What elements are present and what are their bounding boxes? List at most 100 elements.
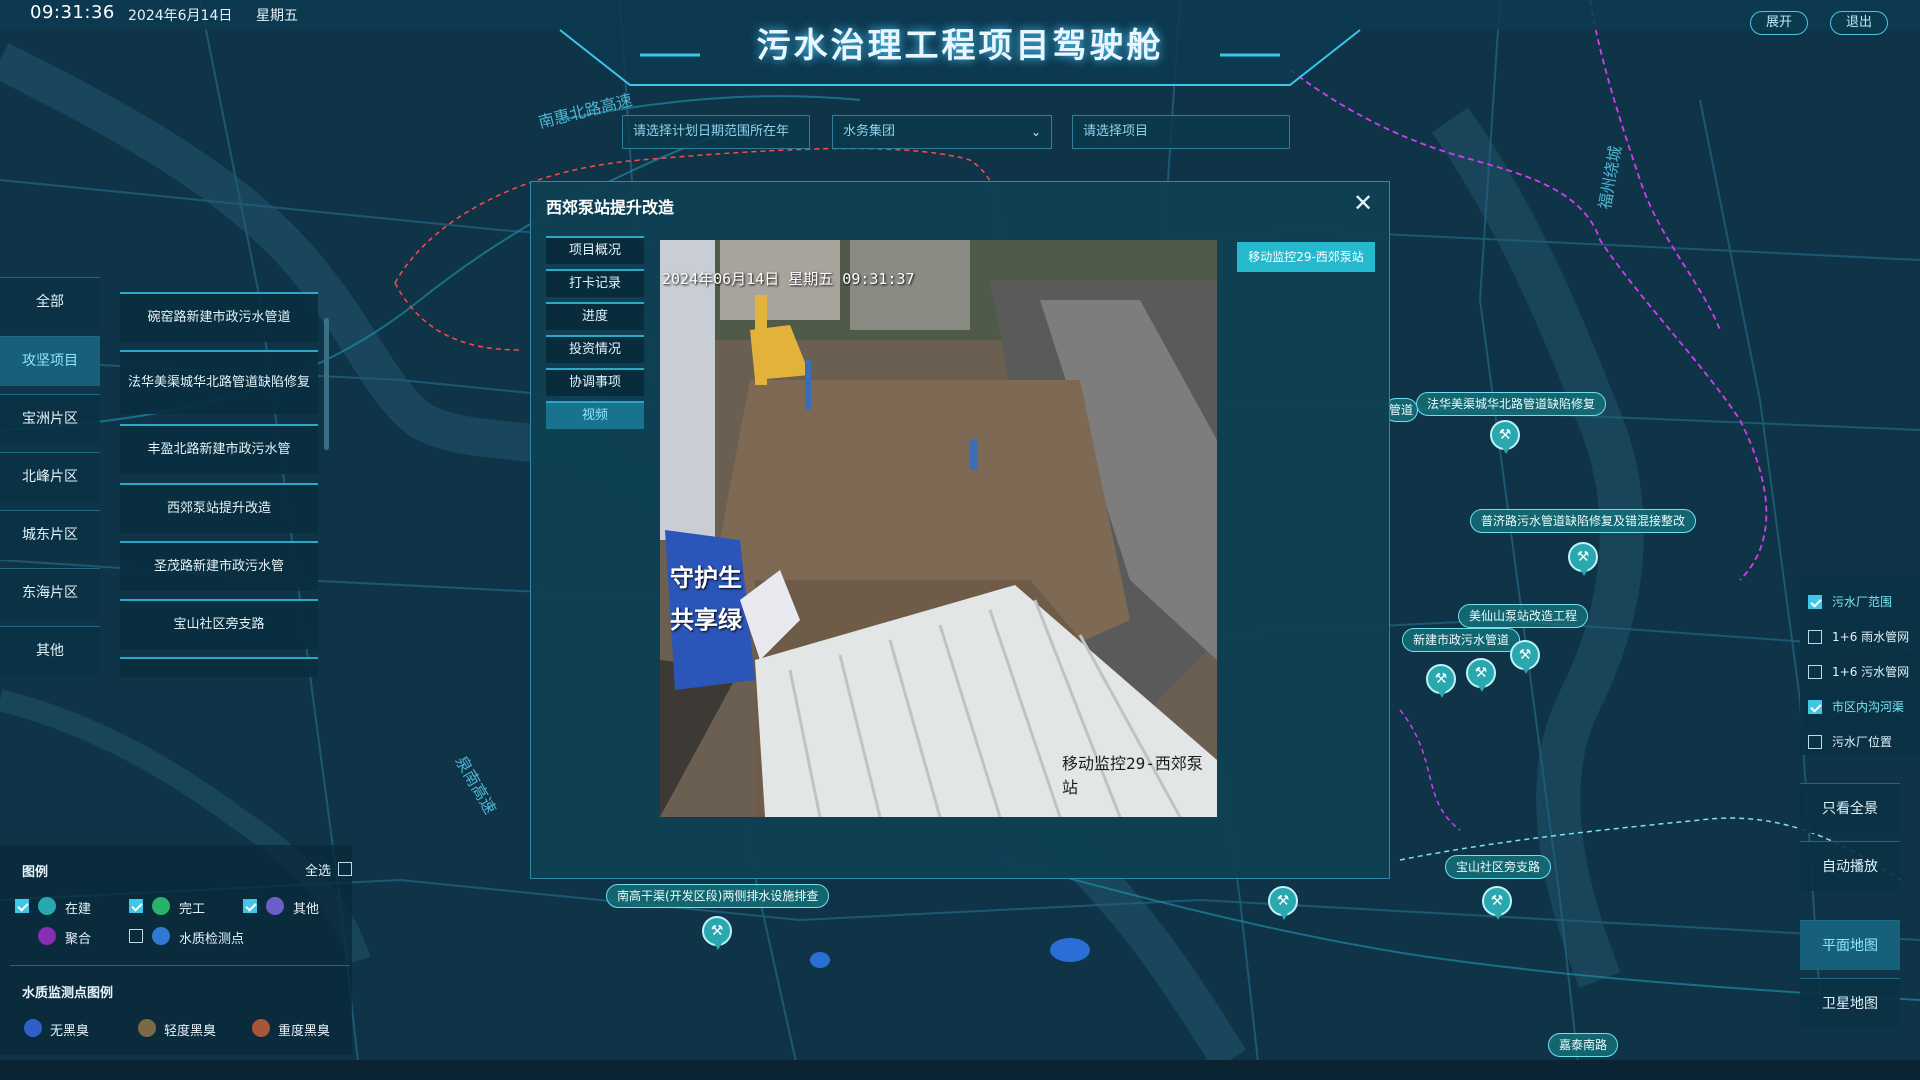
category-chengdong[interactable]: 城东片区 [0,510,100,560]
exit-button[interactable]: 退出 [1830,11,1888,35]
map-label[interactable]: 美仙山泵站改造工程 [1458,604,1589,628]
legend-label: 聚合 [65,932,92,947]
group-select-value: 水务集团 [843,124,896,139]
project-item[interactable]: 法华美渠城华北路管道缺陷修复 [120,350,318,414]
tab-progress[interactable]: 进度 [546,302,644,330]
legend-label: 其他 [293,902,320,917]
video-caption: 移动监控29-西郊泵站 [1062,754,1203,797]
video-frame [660,240,1217,817]
water-legend-title: 水质监测点图例 [22,986,114,1001]
water-label: 无黑臭 [50,1024,90,1039]
autoplay-button[interactable]: 自动播放 [1800,841,1900,891]
map-label[interactable]: 法华美渠城华北路管道缺陷修复 [1416,392,1607,416]
category-all[interactable]: 全部 [0,277,100,327]
legend-label: 完工 [179,902,206,917]
water-dot-heavy [252,1019,270,1037]
layer-item[interactable]: 污水厂位置 [1800,725,1920,759]
map-label[interactable]: 新建市政污水管道 [1402,628,1521,652]
water-drop-icon [152,927,170,945]
flat-map-button[interactable]: 平面地图 [1800,920,1900,970]
layer-checkbox[interactable] [1808,630,1822,644]
project-item[interactable]: 圣茂路新建市政污水管 [120,541,318,591]
construction-icon [38,897,56,915]
construction-pin-icon[interactable]: ⚒ [1482,886,1512,920]
layer-checkbox[interactable] [1808,700,1822,714]
category-other[interactable]: 其他 [0,626,100,676]
legend-title: 图例 [22,865,49,880]
video-sign-text: 共享绿 [670,607,742,634]
layer-item[interactable]: 污水厂范围 [1800,585,1920,619]
layer-checkbox[interactable] [1808,665,1822,679]
category-donghai[interactable]: 东海片区 [0,568,100,618]
tab-overview[interactable]: 项目概况 [546,236,644,264]
date-range-select[interactable]: 请选择计划日期范围所在年 [622,115,810,149]
select-all-checkbox[interactable] [338,862,352,876]
water-dot-light [138,1019,156,1037]
category-beifeng[interactable]: 北峰片区 [0,452,100,502]
project-detail-modal: 西郊泵站提升改造 ✕ 项目概况 打卡记录 进度 投资情况 协调事项 视频 202… [530,181,1390,879]
panorama-only-button[interactable]: 只看全景 [1800,783,1900,833]
construction-pin-icon[interactable]: ⚒ [1466,658,1496,692]
current-weekday: 星期五 [256,8,298,24]
current-date: 2024年6月14日 [128,8,233,24]
layer-label: 市区内沟河渠 [1832,700,1905,714]
check-circle-icon [152,897,170,915]
map-label[interactable]: 嘉泰南路 [1548,1033,1619,1057]
layer-label: 1+6 雨水管网 [1832,630,1910,644]
construction-pin-icon[interactable]: ⚒ [1568,542,1598,576]
water-label: 轻度黑臭 [164,1024,217,1039]
layer-checkbox[interactable] [1808,735,1822,749]
legend-label: 在建 [65,902,92,917]
expand-button[interactable]: 展开 [1750,11,1808,35]
satellite-map-button[interactable]: 卫星地图 [1800,978,1900,1028]
layer-item[interactable]: 1+6 污水管网 [1800,655,1920,689]
camera-select-button[interactable]: 移动监控29-西郊泵站 [1237,242,1375,272]
map-label[interactable]: 南高干渠(开发区段)两侧排水设施排查 [606,884,830,908]
modal-title: 西郊泵站提升改造 [546,198,675,217]
group-select[interactable]: 水务集团 ⌄ [832,115,1052,149]
construction-pin-icon[interactable]: ⚒ [702,916,732,950]
category-baozhou[interactable]: 宝洲片区 [0,394,100,444]
other-icon [266,897,284,915]
select-all-label: 全选 [305,864,332,879]
construction-pin-icon[interactable]: ⚒ [1490,420,1520,454]
map-label[interactable]: 普济路污水管道缺陷修复及错混接整改 [1470,509,1697,533]
project-select[interactable]: 请选择项目 [1072,115,1290,149]
legend-checkbox-other[interactable] [243,899,257,913]
project-item-partial[interactable] [120,657,318,677]
video-sign-text: 守护生 [670,565,742,592]
legend-label: 水质检测点 [179,932,245,947]
video-player[interactable]: 2024年06月14日 星期五 09:31:37 守护生 共享绿 移动监控29-… [660,240,1217,817]
layer-label: 污水厂范围 [1832,595,1893,609]
project-item[interactable]: 西郊泵站提升改造 [120,483,318,533]
project-item[interactable]: 宝山社区旁支路 [120,599,318,649]
construction-pin-icon[interactable]: ⚒ [1510,640,1540,674]
tab-coordination[interactable]: 协调事项 [546,368,644,396]
layer-label: 1+6 污水管网 [1832,665,1910,679]
legend-checkbox-building[interactable] [15,899,29,913]
legend-checkbox-water[interactable] [129,929,143,943]
project-item[interactable]: 碗窑路新建市政污水管道 [120,292,318,342]
layer-checkbox[interactable] [1808,595,1822,609]
water-dot-clean [24,1019,42,1037]
bottom-bar [0,1060,1920,1080]
construction-pin-icon[interactable]: ⚒ [1268,886,1298,920]
tab-checkin[interactable]: 打卡记录 [546,269,644,297]
tab-investment[interactable]: 投资情况 [546,335,644,363]
construction-pin-icon[interactable]: ⚒ [1426,664,1456,698]
layer-label: 污水厂位置 [1832,735,1893,749]
chevron-down-icon: ⌄ [1030,125,1041,139]
layer-item[interactable]: 1+6 雨水管网 [1800,620,1920,654]
map-label[interactable]: 宝山社区旁支路 [1445,855,1552,879]
project-item[interactable]: 丰盈北路新建市政污水管 [120,424,318,474]
category-key-projects[interactable]: 攻坚项目 [0,336,100,386]
water-label: 重度黑臭 [278,1024,331,1039]
cluster-icon [38,927,56,945]
header: 09:31:36 2024年6月14日 星期五 污水治理工程项目驾驶舱 展开 退… [0,0,1920,95]
close-icon[interactable]: ✕ [1349,190,1377,218]
legend-checkbox-complete[interactable] [129,899,143,913]
project-list-scrollbar[interactable] [324,318,329,450]
tab-video[interactable]: 视频 [546,401,644,429]
clock-time: 09:31:36 [30,2,115,23]
layer-item[interactable]: 市区内沟河渠 [1800,690,1920,724]
